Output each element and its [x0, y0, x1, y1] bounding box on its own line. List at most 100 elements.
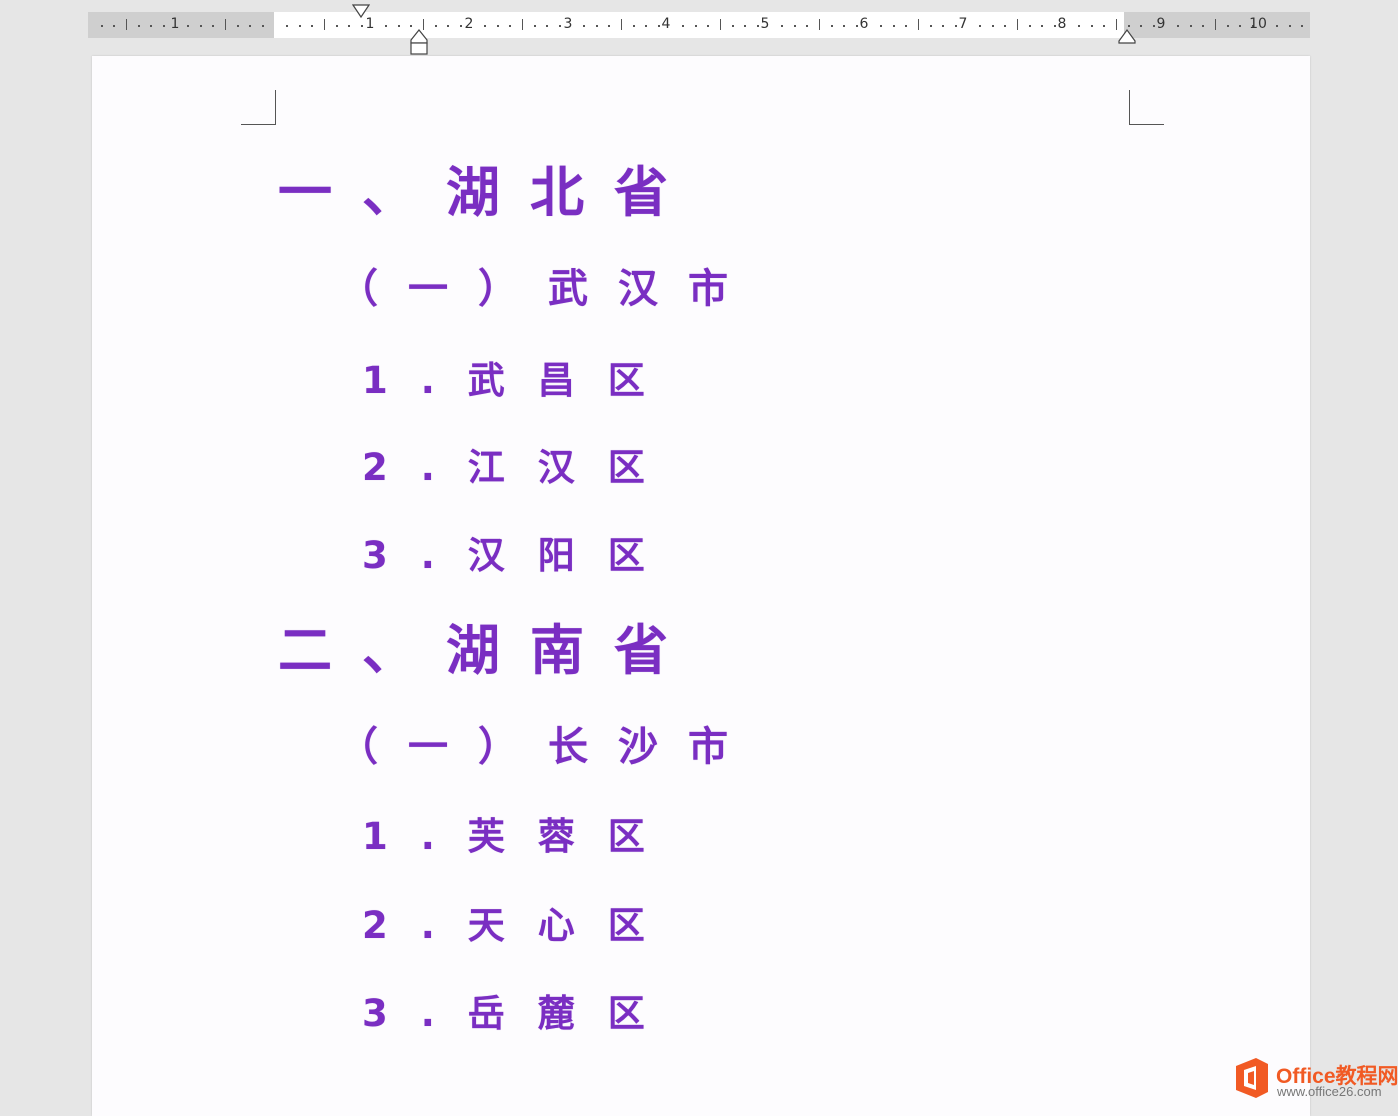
- ruler-dot: [1202, 25, 1204, 27]
- ruler-dot: [893, 25, 895, 27]
- ruler-tick: [1017, 19, 1018, 30]
- ruler-dot: [435, 25, 437, 27]
- ruler-dot: [447, 25, 449, 27]
- ruler-text-area: [274, 12, 1124, 38]
- list-item-district[interactable]: 3.汉阳区: [362, 525, 678, 579]
- ruler-tick: [621, 19, 622, 30]
- ruler-number: 2: [464, 16, 474, 32]
- ruler-dot: [608, 25, 610, 27]
- subheading-city[interactable]: （一）长沙市: [338, 714, 758, 772]
- ruler-number: 5: [760, 16, 770, 32]
- ruler-dot: [794, 25, 796, 27]
- ruler-dot: [806, 25, 808, 27]
- ruler-dot: [200, 25, 202, 27]
- ruler-dot: [311, 25, 313, 27]
- ruler-dot: [410, 25, 412, 27]
- margin-corner-mark-left: [241, 90, 276, 125]
- heading-province[interactable]: 一、湖北省: [278, 148, 698, 227]
- ruler-dot: [843, 25, 845, 27]
- ruler-dot: [138, 25, 140, 27]
- ruler-dot: [497, 25, 499, 27]
- ruler-dot: [385, 25, 387, 27]
- ruler-number: 4: [661, 16, 671, 32]
- left-indent-marker[interactable]: [409, 28, 429, 56]
- list-item-district[interactable]: 1.芙蓉区: [362, 806, 678, 860]
- margin-corner-mark-right: [1129, 90, 1164, 125]
- ruler-dot: [237, 25, 239, 27]
- ruler-dot: [348, 25, 350, 27]
- ruler-dot: [1190, 25, 1192, 27]
- ruler-dot: [645, 25, 647, 27]
- ruler-dot: [1091, 25, 1093, 27]
- ruler-tick: [1215, 19, 1216, 30]
- ruler-dot: [942, 25, 944, 27]
- right-indent-marker[interactable]: [1117, 27, 1137, 45]
- ruler-dot: [1239, 25, 1241, 27]
- watermark: Office教程网 www.office26.com: [1232, 1054, 1398, 1102]
- ruler-dot: [150, 25, 152, 27]
- ruler-number: 7: [958, 16, 968, 32]
- ruler-dot: [633, 25, 635, 27]
- ruler-dot: [113, 25, 115, 27]
- ruler-dot: [101, 25, 103, 27]
- ruler-number: 9: [1156, 16, 1166, 32]
- document-page[interactable]: 一、湖北省 （一）武汉市 1.武昌区 2.江汉区 3.汉阳区 二、湖南省 （一）…: [92, 56, 1310, 1116]
- ruler-dot: [509, 25, 511, 27]
- ruler-dot: [1041, 25, 1043, 27]
- ruler-tick: [126, 19, 127, 30]
- ruler-dot: [596, 25, 598, 27]
- ruler-dot: [249, 25, 251, 27]
- ruler-dot: [546, 25, 548, 27]
- ruler-tick: [918, 19, 919, 30]
- ruler-tick: [522, 19, 523, 30]
- office-logo-icon: [1236, 1058, 1268, 1098]
- list-item-district[interactable]: 2.天心区: [362, 895, 678, 949]
- ruler-dot: [1227, 25, 1229, 27]
- first-line-indent-marker[interactable]: [352, 4, 370, 20]
- ruler-dot: [880, 25, 882, 27]
- ruler-dot: [583, 25, 585, 27]
- ruler-number: 10: [1249, 16, 1267, 32]
- ruler-number: 8: [1057, 16, 1067, 32]
- ruler-dot: [831, 25, 833, 27]
- ruler-dot: [534, 25, 536, 27]
- ruler-tick: [819, 19, 820, 30]
- ruler-dot: [1301, 25, 1303, 27]
- ruler-dot: [695, 25, 697, 27]
- ruler-dot: [1029, 25, 1031, 27]
- ruler-dot: [1289, 25, 1291, 27]
- ruler-dot: [1140, 25, 1142, 27]
- heading-province[interactable]: 二、湖南省: [278, 606, 698, 685]
- ruler-dot: [979, 25, 981, 27]
- ruler-dot: [992, 25, 994, 27]
- ruler-number: 6: [859, 16, 869, 32]
- ruler-dot: [262, 25, 264, 27]
- ruler-dot: [1177, 25, 1179, 27]
- ruler-dot: [286, 25, 288, 27]
- ruler-dot: [398, 25, 400, 27]
- ruler-dot: [744, 25, 746, 27]
- ruler-dot: [905, 25, 907, 27]
- ruler-tick: [324, 19, 325, 30]
- ruler-dot: [1078, 25, 1080, 27]
- ruler-dot: [781, 25, 783, 27]
- watermark-url: www.office26.com: [1277, 1084, 1382, 1099]
- ruler-dot: [1103, 25, 1105, 27]
- ruler-number: 1: [170, 16, 180, 32]
- ruler-dot: [682, 25, 684, 27]
- ruler-dot: [484, 25, 486, 27]
- ruler-dot: [212, 25, 214, 27]
- ruler-tick: [225, 19, 226, 30]
- ruler-tick: [720, 19, 721, 30]
- ruler-number: 3: [563, 16, 573, 32]
- subheading-city[interactable]: （一）武汉市: [338, 256, 758, 314]
- ruler-dot: [707, 25, 709, 27]
- list-item-district[interactable]: 3.岳麓区: [362, 983, 678, 1037]
- ruler-dot: [930, 25, 932, 27]
- list-item-district[interactable]: 2.江汉区: [362, 437, 678, 491]
- ruler-dot: [163, 25, 165, 27]
- ruler-dot: [187, 25, 189, 27]
- ruler-dot: [732, 25, 734, 27]
- ruler-dot: [299, 25, 301, 27]
- list-item-district[interactable]: 1.武昌区: [362, 350, 678, 404]
